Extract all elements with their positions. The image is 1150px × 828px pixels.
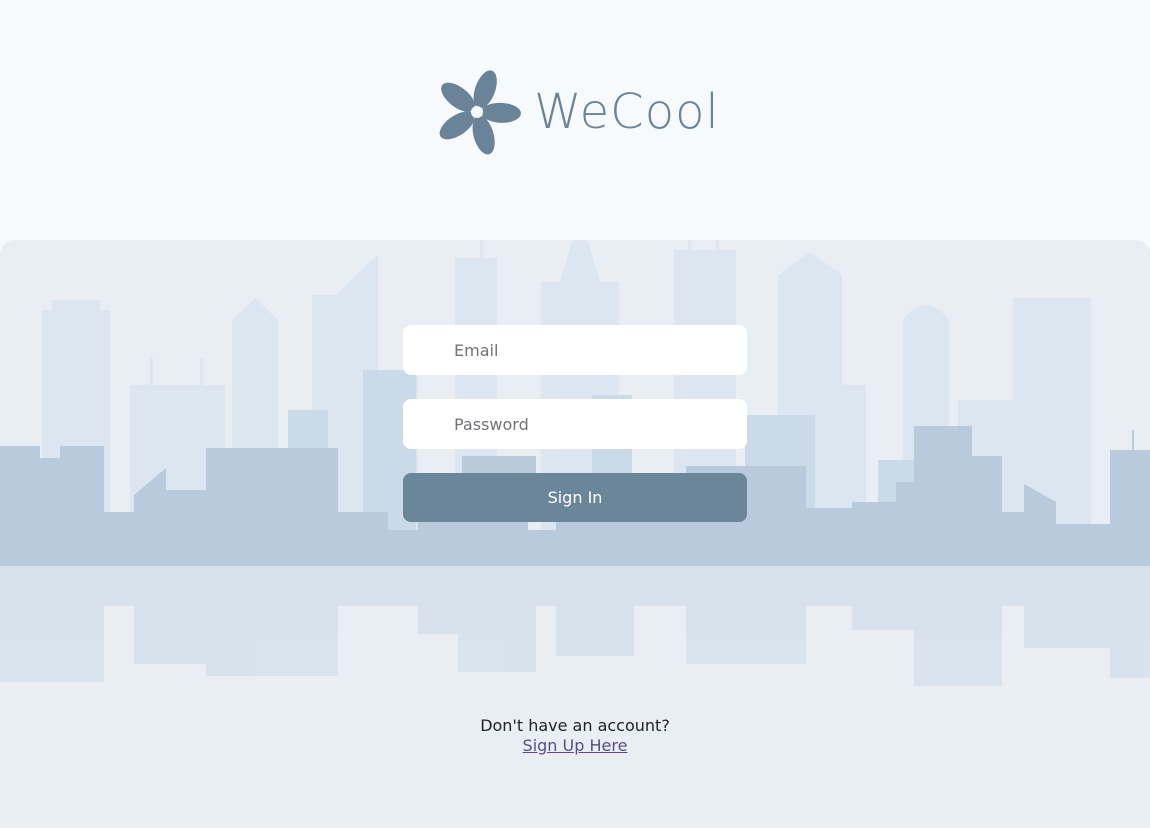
signup-section: Don't have an account? Sign Up Here [0, 716, 1150, 756]
pinwheel-flower-icon [439, 70, 521, 155]
brand-name: WeCool [534, 84, 720, 140]
email-input[interactable] [452, 339, 726, 361]
password-field[interactable] [403, 399, 747, 449]
login-page: WeCool Email Sign In Don't have an accou… [0, 0, 1150, 828]
sign-in-button[interactable]: Sign In [403, 473, 747, 522]
email-field[interactable] [403, 325, 747, 375]
sign-up-link[interactable]: Sign Up Here [523, 736, 628, 756]
brand-logo: WeCool [432, 68, 720, 156]
signup-prompt: Don't have an account? [480, 716, 670, 735]
password-input[interactable] [452, 413, 726, 435]
